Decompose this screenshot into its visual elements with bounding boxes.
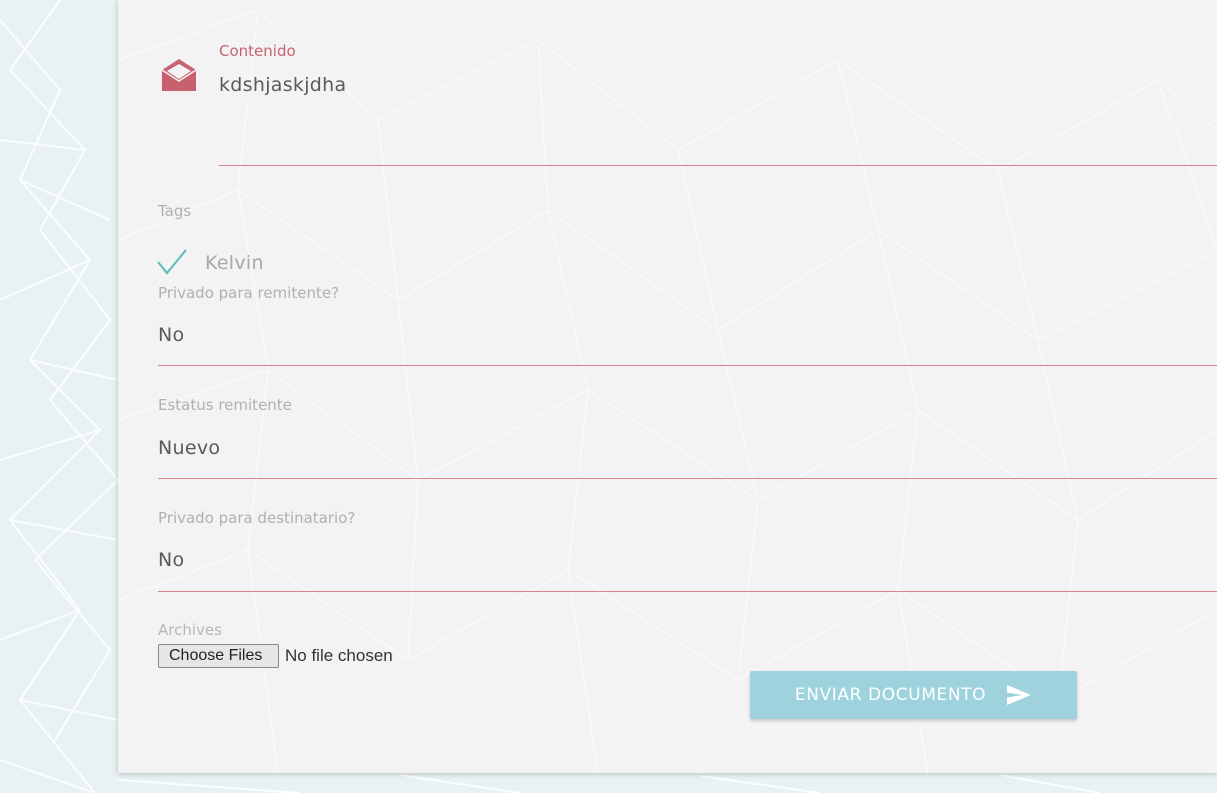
contenido-underline <box>219 165 1217 166</box>
estatus-remitente-underline <box>158 478 1217 479</box>
privado-remitente-underline <box>158 365 1217 366</box>
tag-checkbox-kelvin[interactable]: Kelvin <box>205 252 264 274</box>
envelope-open-icon <box>161 59 197 91</box>
file-status-text: No file chosen <box>285 646 393 665</box>
estatus-remitente-select[interactable]: Nuevo <box>158 437 220 459</box>
enviar-documento-label: ENVIAR DOCUMENTO <box>794 685 987 705</box>
estatus-remitente-label: Estatus remitente <box>158 396 292 414</box>
check-icon[interactable] <box>156 248 188 276</box>
privado-destinatario-underline <box>158 591 1217 592</box>
archives-label: Archives <box>158 621 222 639</box>
enviar-documento-button[interactable]: ENVIAR DOCUMENTO <box>750 671 1077 719</box>
privado-remitente-select[interactable]: No <box>158 324 184 346</box>
contenido-label: Contenido <box>219 42 296 60</box>
choose-files-button[interactable]: Choose Files <box>158 644 279 668</box>
document-form-card: Contenido kdshjaskjdha Tags Kelvin Priva… <box>118 0 1217 773</box>
tags-label: Tags <box>158 202 192 220</box>
contenido-textarea[interactable]: kdshjaskjdha <box>219 74 346 96</box>
privado-destinatario-select[interactable]: No <box>158 549 184 571</box>
send-icon <box>1007 685 1032 705</box>
privado-destinatario-label: Privado para destinatario? <box>158 509 356 527</box>
privado-remitente-label: Privado para remitente? <box>158 284 340 302</box>
card-texture <box>118 9 1217 773</box>
